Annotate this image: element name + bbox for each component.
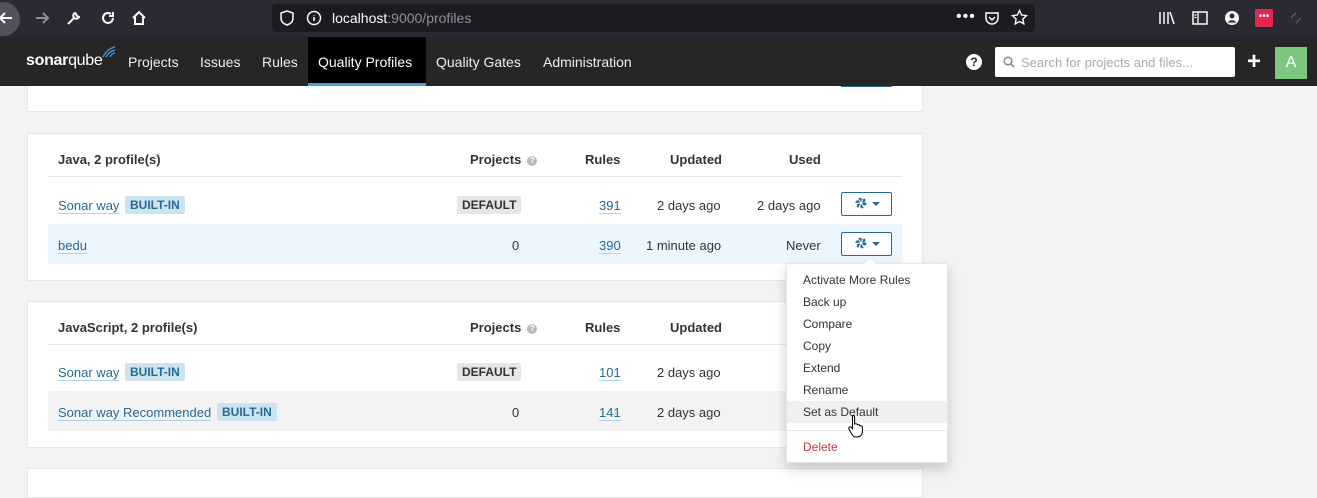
create-plus-button[interactable]: + xyxy=(1243,50,1265,74)
updated-value: 1 minute ago xyxy=(646,238,722,253)
profile-actions-button[interactable] xyxy=(841,192,892,216)
sonarqube-logo[interactable]: sonarqube xyxy=(26,46,116,70)
table-row: Sonar way BUILT-IN DEFAULT 391 2 days ag… xyxy=(48,184,902,224)
projects-count: 0 xyxy=(512,238,520,253)
nav-rules[interactable]: Rules xyxy=(252,37,308,86)
menu-divider xyxy=(787,430,947,431)
updated-value: 2 days ago xyxy=(657,365,721,380)
built-in-badge: BUILT-IN xyxy=(125,363,185,381)
menu-extend[interactable]: Extend xyxy=(787,357,947,379)
more-icon[interactable]: ••• xyxy=(956,8,976,26)
rules-count-link[interactable]: 390 xyxy=(599,238,621,254)
url-bar[interactable]: localhost:9000/profiles ••• xyxy=(272,4,1035,32)
forward-button[interactable] xyxy=(28,4,56,32)
nav-quality-gates[interactable]: Quality Gates xyxy=(426,37,531,86)
java-title: Java, 2 profile(s) xyxy=(58,152,161,167)
gear-icon xyxy=(854,196,868,213)
table-row: bedu 0 390 1 minute ago Never xyxy=(48,224,902,264)
avatar[interactable]: A xyxy=(1275,47,1307,79)
profile-name-link[interactable]: Sonar way xyxy=(58,198,120,214)
global-search[interactable] xyxy=(995,47,1235,77)
nav-projects[interactable]: Projects xyxy=(118,37,189,86)
rules-count-link[interactable]: 101 xyxy=(599,365,621,381)
col-used: Used xyxy=(789,152,821,167)
header-divider xyxy=(48,344,902,345)
col-updated: Updated xyxy=(670,320,722,335)
header-divider xyxy=(48,176,902,177)
default-badge: DEFAULT xyxy=(457,363,522,381)
home-icon[interactable] xyxy=(125,4,153,32)
table-row: Sonar way Recommended BUILT-IN 0 141 2 d… xyxy=(48,391,902,431)
reload-icon[interactable] xyxy=(94,4,122,32)
sidebar-icon[interactable] xyxy=(1190,4,1210,32)
col-rules: Rules xyxy=(585,152,621,167)
col-rules: Rules xyxy=(585,320,621,335)
library-icon[interactable] xyxy=(1157,4,1177,32)
next-language-card xyxy=(27,468,923,498)
chevron-down-icon xyxy=(871,242,880,246)
info-icon xyxy=(306,10,322,29)
built-in-badge: BUILT-IN xyxy=(125,196,185,214)
hand-cursor-icon xyxy=(847,414,867,441)
search-icon xyxy=(1003,56,1015,71)
collapse-icon[interactable] xyxy=(1286,4,1306,32)
menu-rename[interactable]: Rename xyxy=(787,379,947,401)
back-arrow-icon xyxy=(0,4,20,32)
help-circle-icon[interactable]: ? xyxy=(527,156,538,166)
profile-actions-menu: Activate More Rules Back up Compare Copy… xyxy=(786,257,948,463)
col-projects: Projects? xyxy=(470,152,538,167)
gear-icon xyxy=(854,236,868,253)
java-profiles-card: Java, 2 profile(s) Projects? Rules Updat… xyxy=(27,133,923,281)
chevron-down-icon xyxy=(871,202,880,206)
url-text: localhost:9000/profiles xyxy=(332,10,472,26)
profile-name-link[interactable]: Sonar way Recommended xyxy=(58,405,212,421)
col-updated: Updated xyxy=(670,152,722,167)
projects-count: 0 xyxy=(512,405,520,420)
shield-icon xyxy=(280,10,294,29)
profile-actions-button[interactable] xyxy=(841,232,892,256)
updated-value: 2 days ago xyxy=(657,405,721,420)
extension-icon[interactable]: ••• xyxy=(1254,4,1274,32)
search-input[interactable] xyxy=(1019,47,1229,77)
rules-count-link[interactable]: 391 xyxy=(599,198,621,214)
nav-issues[interactable]: Issues xyxy=(190,37,250,86)
nav-administration[interactable]: Administration xyxy=(533,37,642,86)
menu-delete[interactable]: Delete xyxy=(787,436,947,458)
built-in-badge: BUILT-IN xyxy=(217,403,277,421)
menu-back-up[interactable]: Back up xyxy=(787,291,947,313)
used-value: Never xyxy=(786,238,821,253)
pocket-icon[interactable] xyxy=(984,10,1000,29)
help-circle-icon[interactable]: ? xyxy=(527,324,538,334)
javascript-title: JavaScript, 2 profile(s) xyxy=(58,320,198,335)
account-icon[interactable] xyxy=(1222,4,1242,32)
col-projects: Projects? xyxy=(470,320,538,335)
default-badge: DEFAULT xyxy=(457,196,522,214)
previous-language-card xyxy=(27,86,923,112)
rules-count-link[interactable]: 141 xyxy=(599,405,621,421)
table-row: Sonar way BUILT-IN DEFAULT 101 2 days ag… xyxy=(48,351,902,391)
menu-activate-more-rules[interactable]: Activate More Rules xyxy=(787,269,947,291)
help-icon[interactable]: ? xyxy=(966,54,982,70)
profile-name-link[interactable]: bedu xyxy=(58,238,87,254)
browser-toolbar: localhost:9000/profiles ••• ••• xyxy=(0,0,1317,37)
menu-set-as-default[interactable]: Set as Default xyxy=(787,401,947,423)
menu-copy[interactable]: Copy xyxy=(787,335,947,357)
used-value: 2 days ago xyxy=(757,198,821,213)
bookmark-star-icon[interactable] xyxy=(1010,8,1029,29)
profile-name-link[interactable]: Sonar way xyxy=(58,365,120,381)
menu-compare[interactable]: Compare xyxy=(787,313,947,335)
updated-value: 2 days ago xyxy=(657,198,721,213)
nav-quality-profiles[interactable]: Quality Profiles xyxy=(308,37,426,86)
gear-button-partial[interactable] xyxy=(841,86,892,87)
wrench-icon[interactable] xyxy=(60,4,88,32)
